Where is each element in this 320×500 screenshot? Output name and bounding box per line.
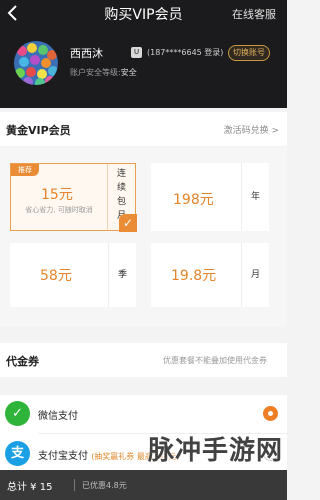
plan-period: 年 [241,163,269,231]
coupon-note: 优惠套餐不能叠加使用代金券 [163,356,267,365]
plan-price: 15元 [41,187,73,203]
plan-price: 58元 [40,268,72,284]
security-value: 安全 [120,68,137,77]
coupon-title: 代金券 [6,355,39,368]
watermark: 脉冲手游网 [147,436,283,466]
payment-radio[interactable] [263,406,278,421]
payment-label-text: 支付宝支付 [38,451,88,462]
plan-period: 月 [241,243,269,307]
vip-section-header: 黄金VIP会员 激活码兑换 > [0,112,287,146]
plan-card-quarterly[interactable]: 58元 季 [10,243,136,307]
plan-subtitle: 省心省力, 可随时取消 [25,206,93,214]
plan-card-monthly[interactable]: 19.8元 月 [151,243,269,307]
account-number: (187****6645 登录) [147,48,224,57]
plan-period: 季 [108,243,136,307]
online-service-link[interactable]: 在线客服 [232,6,276,22]
security-label: 账户安全等级: [70,68,121,77]
redeem-code-link[interactable]: 激活码兑换 > [224,123,279,136]
plan-card-yearly[interactable]: 198元 年 [151,163,269,231]
switch-account-button[interactable]: 切换账号 [228,45,270,61]
username: 西西沐 [70,47,103,60]
payment-label: 微信支付 [38,411,78,422]
alipay-icon: 支 [5,441,30,466]
plan-grid: 推荐 15元 省心省力, 可随时取消 连续包月 ✓ 198元 年 58元 季 1… [0,147,287,327]
avatar[interactable] [14,41,58,85]
vip-title: 黄金VIP会员 [6,124,71,137]
plan-price: 198元 [173,192,214,208]
header: 购买VIP会员 在线客服 西西沐 U (187****6645 登录) 切换账号… [0,0,287,108]
bottom-bar: 总计 ¥ 15 已优惠4.8元 [0,470,287,500]
account-icon: U [131,47,142,58]
plan-card-monthly-auto[interactable]: 推荐 15元 省心省力, 可随时取消 连续包月 ✓ [10,163,137,232]
discount-text: 已优惠4.8元 [82,481,127,490]
order-total: 总计 ¥ 15 [7,482,53,493]
plan-price: 19.8元 [171,268,217,284]
divider [74,479,75,491]
nav-bar: 购买VIP会员 在线客服 [0,0,287,26]
recommend-tag: 推荐 [11,164,39,176]
coupon-row[interactable]: 代金券 优惠套餐不能叠加使用代金券 [0,343,287,377]
account-info: U (187****6645 登录) [131,47,223,58]
payment-option-wechat[interactable]: ✓ 微信支付 [0,395,287,434]
security-level: 账户安全等级:安全 [70,67,137,78]
checkmark-icon: ✓ [119,214,137,232]
wechat-pay-icon: ✓ [5,401,30,426]
